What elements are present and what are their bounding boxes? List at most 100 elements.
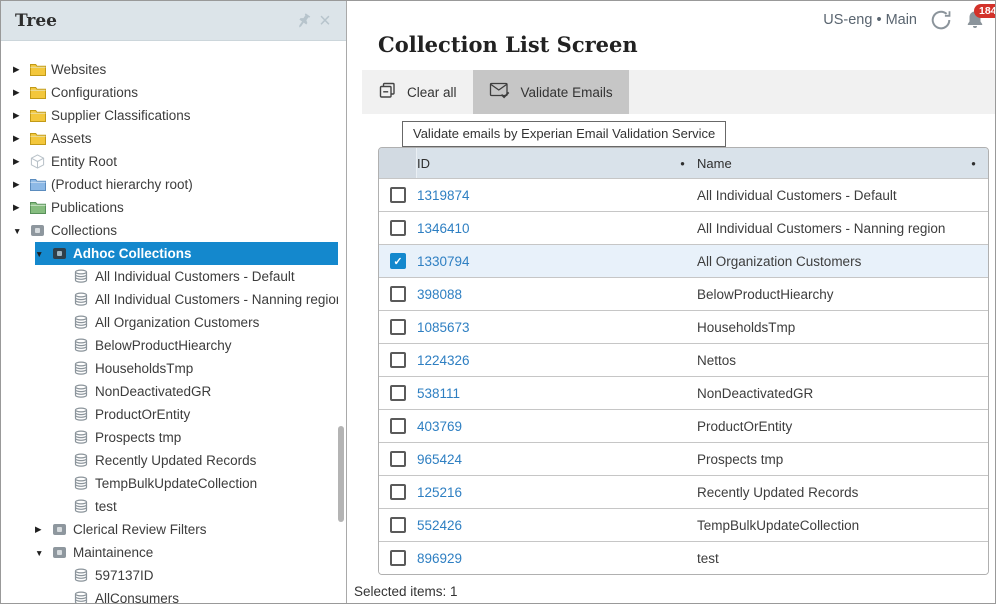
tree-panel: Tree × ▶Websites▶Configurations▶Supplier…: [1, 1, 347, 603]
collapse-icon[interactable]: ▼: [13, 226, 30, 236]
row-id-link[interactable]: 1319874: [417, 188, 470, 203]
database-icon: [74, 338, 95, 353]
tree-item-label: Publications: [51, 200, 124, 215]
row-checkbox[interactable]: [390, 187, 406, 203]
column-header-name-label: Name: [697, 156, 732, 171]
id-cell: 403769: [417, 410, 697, 442]
tree-item-publications[interactable]: ▶ Publications: [1, 196, 338, 219]
row-checkbox[interactable]: [390, 484, 406, 500]
tree-item-configurations[interactable]: ▶ Configurations: [1, 81, 338, 104]
table-row-test[interactable]: 896929test: [379, 541, 988, 574]
tree-item-prospects-tmp[interactable]: Prospects tmp: [1, 426, 338, 449]
tree-item-all-individual-customers-nanning-region[interactable]: All Individual Customers - Nanning regio…: [1, 288, 338, 311]
table-row-all-individual-customers-nanning-region[interactable]: 1346410All Individual Customers - Nannin…: [379, 211, 988, 244]
tree-item-product-hierarchy-root[interactable]: ▶(Product hierarchy root): [1, 173, 338, 196]
table-row-householdstmp[interactable]: 1085673HouseholdsTmp: [379, 310, 988, 343]
tree-item-all-organization-customers[interactable]: All Organization Customers: [1, 311, 338, 334]
tree-item-collections[interactable]: ▼Collections: [1, 219, 338, 242]
table-row-nettos[interactable]: 1224326 Nettos: [379, 343, 988, 376]
table-row-recently-updated-records[interactable]: 125216Recently Updated Records: [379, 475, 988, 508]
row-checkbox[interactable]: [390, 385, 406, 401]
close-icon[interactable]: ×: [314, 10, 336, 32]
row-checkbox[interactable]: [390, 517, 406, 533]
validate-emails-button[interactable]: Validate Emails: [473, 70, 629, 114]
row-id-link[interactable]: 1085673: [417, 320, 470, 335]
expand-icon[interactable]: ▶: [35, 524, 52, 535]
table-row-productorentity[interactable]: 403769ProductOrEntity: [379, 409, 988, 442]
table-row-all-organization-customers[interactable]: ✓ 1330794 All Organization Customers: [379, 244, 988, 277]
name-cell: All Organization Customers: [697, 245, 988, 277]
tree-item-597137id[interactable]: 597137ID: [1, 564, 338, 587]
row-checkbox[interactable]: [390, 451, 406, 467]
tree-item-householdstmp[interactable]: HouseholdsTmp: [1, 357, 338, 380]
database-icon: [74, 269, 95, 284]
tree-item-clerical-review-filters[interactable]: ▶Clerical Review Filters: [1, 518, 338, 541]
row-id-link[interactable]: 538111: [417, 386, 460, 401]
row-id-link[interactable]: 896929: [417, 551, 462, 566]
expand-icon[interactable]: ▶: [13, 110, 30, 121]
locale-label: US-eng: [823, 12, 872, 28]
column-header-name[interactable]: Name ●: [697, 148, 988, 178]
table-row-prospects-tmp[interactable]: 965424Prospects tmp: [379, 442, 988, 475]
row-id-link[interactable]: 552426: [417, 518, 462, 533]
tree-item-websites[interactable]: ▶Websites: [1, 58, 338, 81]
table-row-belowproducthiearchy[interactable]: 398088BelowProductHiearchy: [379, 277, 988, 310]
tree-item-allconsumers[interactable]: AllConsumers: [1, 587, 338, 603]
database-icon: [74, 499, 95, 514]
locale-divider: •: [876, 12, 881, 28]
checkbox-cell: [379, 377, 417, 409]
collapse-icon[interactable]: ▼: [35, 548, 52, 558]
checkbox-cell: [379, 410, 417, 442]
row-id-link[interactable]: 398088: [417, 287, 462, 302]
row-id-link[interactable]: 965424: [417, 452, 462, 467]
expand-icon[interactable]: ▶: [13, 156, 30, 167]
tree-item-tempbulkupdatecollection[interactable]: TempBulkUpdateCollection: [1, 472, 338, 495]
table-row-nondeactivatedgr[interactable]: 538111NonDeactivatedGR: [379, 376, 988, 409]
row-checkbox[interactable]: [390, 220, 406, 236]
tree-item-test[interactable]: test: [1, 495, 338, 518]
tree-item-productorentity[interactable]: ProductOrEntity: [1, 403, 338, 426]
column-menu-dot-icon[interactable]: ●: [680, 159, 685, 168]
pin-icon[interactable]: [292, 10, 314, 32]
expand-icon[interactable]: ▶: [13, 133, 30, 144]
tree-item-label: HouseholdsTmp: [95, 361, 193, 376]
collapse-icon[interactable]: ▼: [35, 249, 52, 259]
row-id-link[interactable]: 125216: [417, 485, 462, 500]
row-name: Nettos: [697, 353, 736, 368]
tree-item-entity-root[interactable]: ▶Entity Root: [1, 150, 338, 173]
expand-icon[interactable]: ▶: [13, 64, 30, 75]
row-id-link[interactable]: 1224326: [417, 353, 470, 368]
row-checkbox[interactable]: [390, 352, 406, 368]
table-row-all-individual-customers-default[interactable]: 1319874All Individual Customers - Defaul…: [379, 178, 988, 211]
row-checkbox[interactable]: ✓: [390, 253, 406, 269]
tree-item-nondeactivatedgr[interactable]: NonDeactivatedGR: [1, 380, 338, 403]
tree-item-recently-updated-records[interactable]: Recently Updated Records: [1, 449, 338, 472]
row-checkbox[interactable]: [390, 418, 406, 434]
tree-item-all-individual-customers-default[interactable]: All Individual Customers - Default: [1, 265, 338, 288]
row-checkbox[interactable]: [390, 286, 406, 302]
clear-all-button[interactable]: Clear all: [362, 70, 473, 114]
table-row-tempbulkupdatecollection[interactable]: 552426TempBulkUpdateCollection: [379, 508, 988, 541]
database-icon: [74, 407, 95, 422]
row-id-link[interactable]: 1346410: [417, 221, 470, 236]
expand-icon[interactable]: ▶: [13, 179, 30, 190]
tree-item-maintainence[interactable]: ▼Maintainence: [1, 541, 338, 564]
tree-item-assets[interactable]: ▶Assets: [1, 127, 338, 150]
column-header-id[interactable]: ID ●: [417, 148, 697, 178]
expand-icon[interactable]: ▶: [13, 202, 30, 213]
tree-item-label: Configurations: [51, 85, 138, 100]
expand-icon[interactable]: ▶: [13, 87, 30, 98]
column-menu-dot-icon[interactable]: ●: [971, 159, 976, 168]
row-id-link[interactable]: 403769: [417, 419, 462, 434]
tree-item-belowproducthiearchy[interactable]: BelowProductHiearchy: [1, 334, 338, 357]
row-checkbox[interactable]: [390, 550, 406, 566]
row-id-link[interactable]: 1330794: [417, 254, 470, 269]
database-icon: [74, 315, 95, 330]
checkbox-cell: [379, 542, 417, 574]
history-icon[interactable]: [930, 9, 952, 31]
tree-item-supplier-classifications[interactable]: ▶Supplier Classifications: [1, 104, 338, 127]
notifications-bell-icon[interactable]: 184: [965, 10, 985, 30]
tree-scrollbar-thumb[interactable]: [338, 426, 344, 522]
row-checkbox[interactable]: [390, 319, 406, 335]
tree-item-adhoc-collections[interactable]: ▼Adhoc Collections: [1, 242, 338, 265]
